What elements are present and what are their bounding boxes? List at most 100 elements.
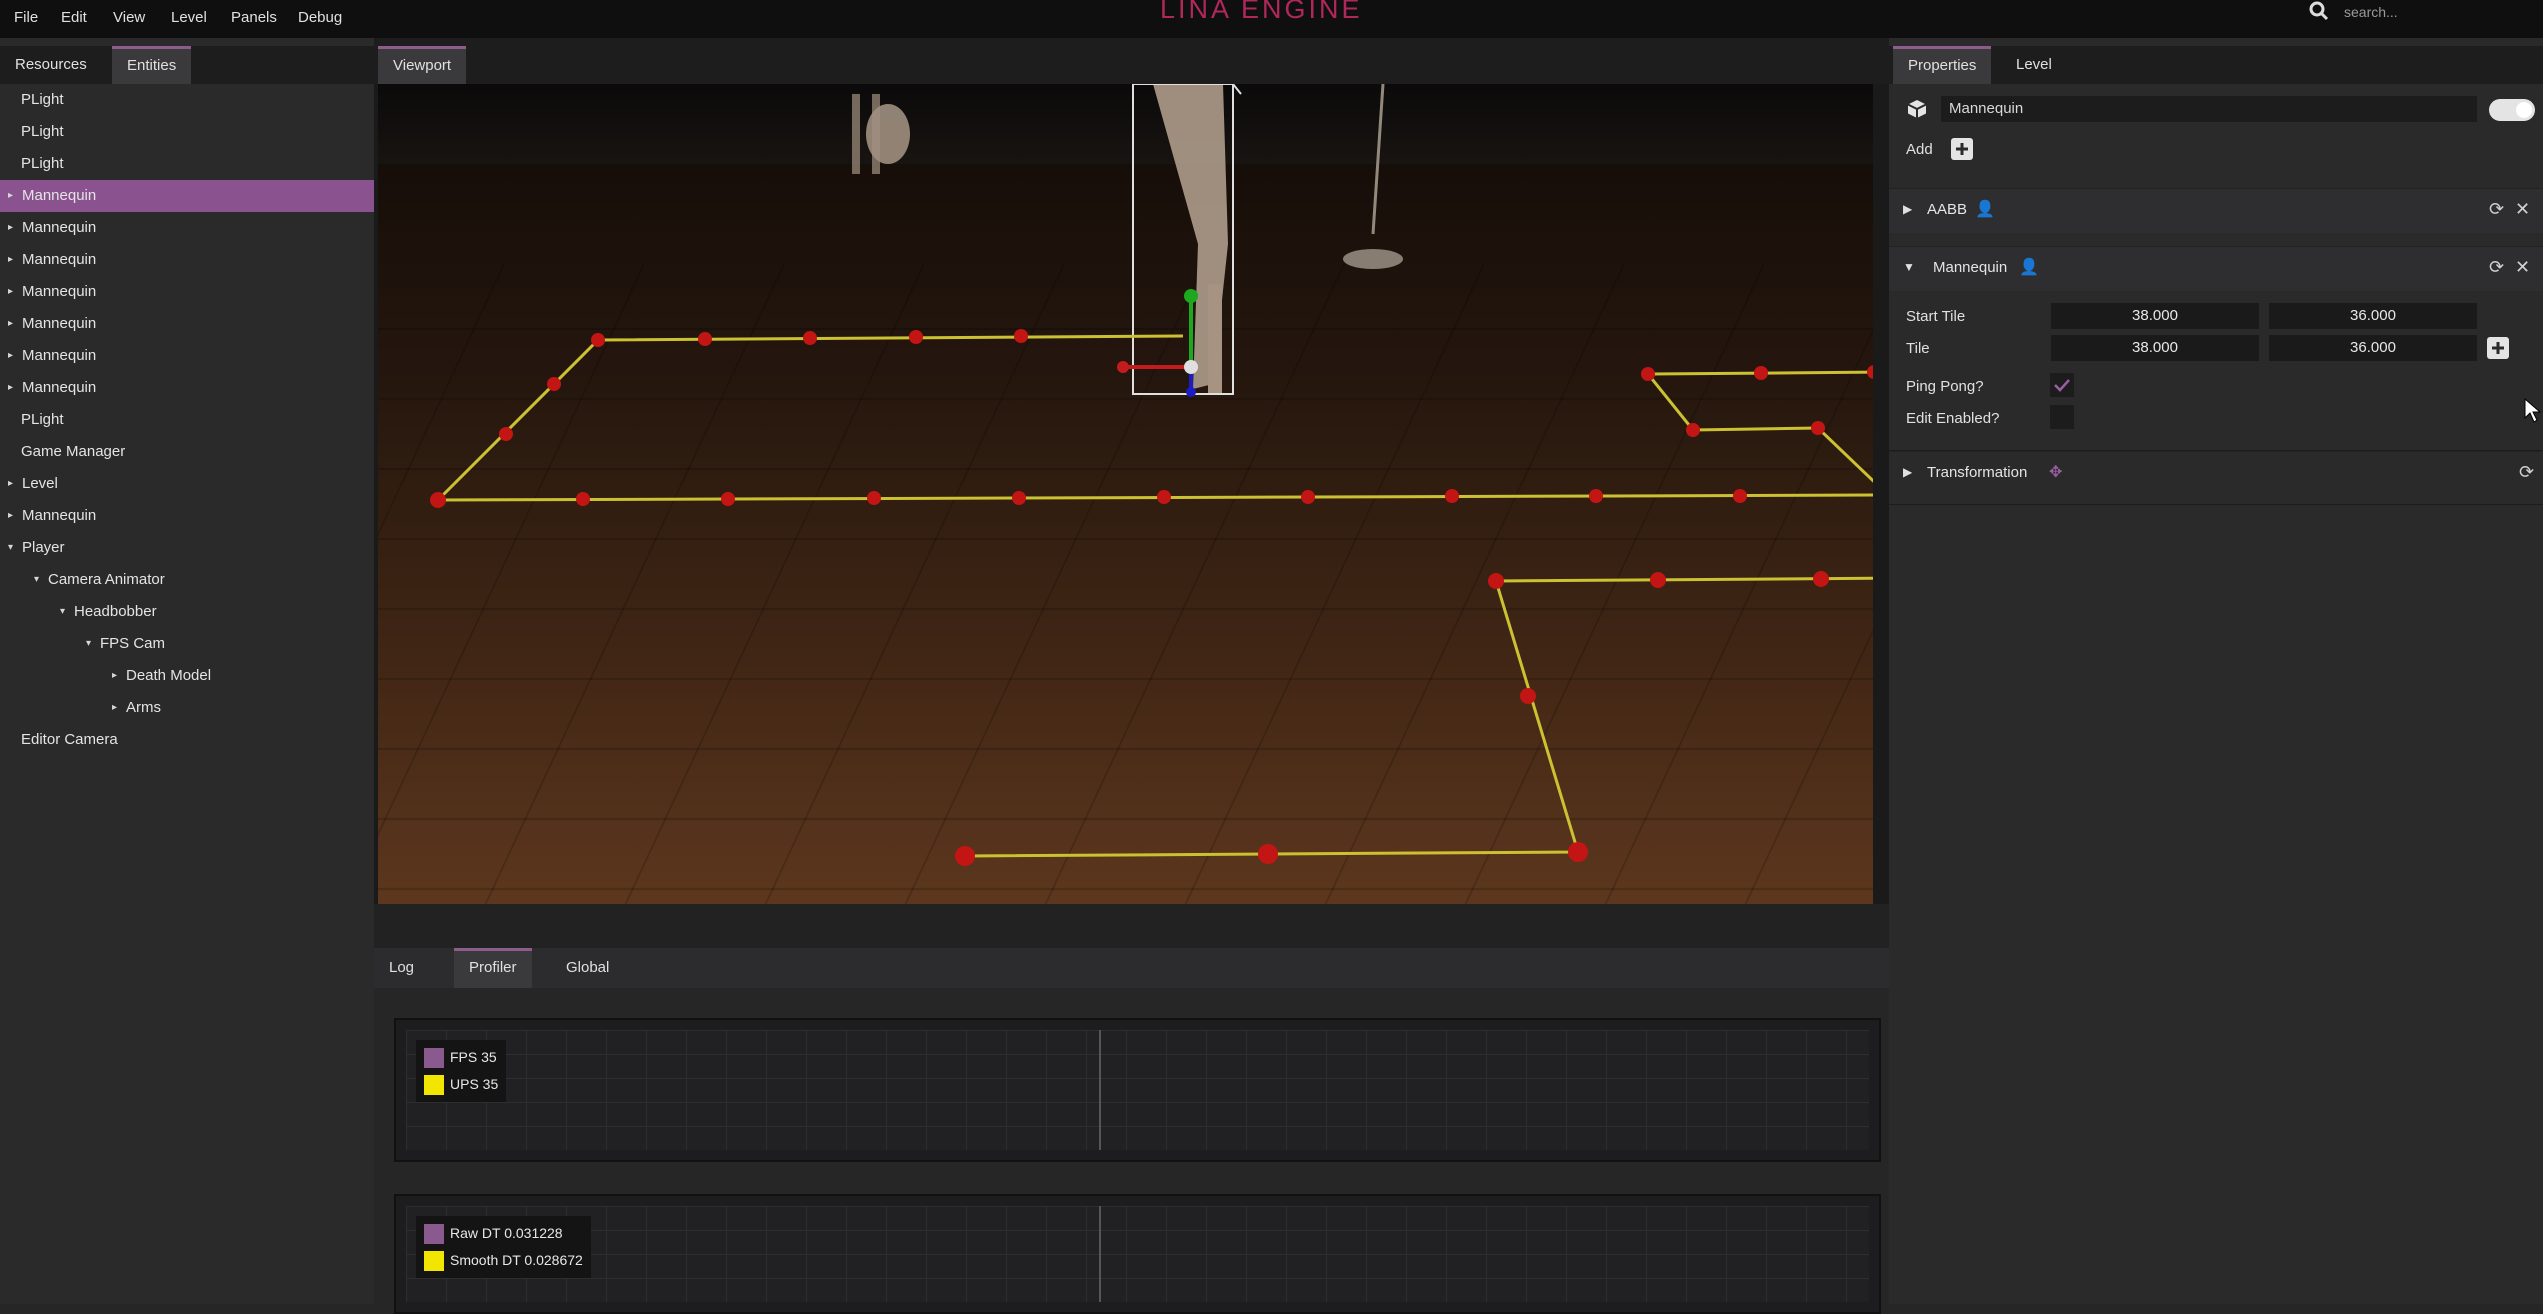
caret-down-icon[interactable]: ▾ — [60, 596, 65, 628]
menu-view[interactable]: View — [113, 9, 145, 26]
legend-swatch-fps — [424, 1048, 444, 1069]
entity-item[interactable]: ▸ Mannequin — [0, 276, 374, 308]
fps-graph: FPS 35 UPS 35 — [394, 1018, 1881, 1162]
tab-properties[interactable]: Properties — [1893, 46, 1992, 84]
checkmark-icon — [2054, 379, 2070, 392]
caret-down-icon[interactable]: ▾ — [86, 628, 91, 660]
entity-item-label: Mannequin — [22, 347, 97, 364]
start-tile-y-field[interactable]: 36.000 — [2269, 303, 2477, 329]
toggle-knob — [2516, 102, 2532, 118]
menu-file[interactable]: File — [14, 9, 38, 26]
caret-right-icon[interactable]: ▸ — [8, 180, 13, 212]
entity-item-label: Player — [22, 539, 65, 556]
bottom-panel: Log Profiler Global FPS 35 UPS 35 Raw DT… — [374, 948, 1889, 1314]
caret-right-icon[interactable]: ▸ — [112, 692, 117, 724]
legend-swatch-smooth-dt — [424, 1251, 444, 1272]
user-icon: 👤 — [2019, 259, 2039, 276]
entity-item[interactable]: ▸ Death Model — [0, 660, 374, 692]
entity-item[interactable]: ▸ Mannequin — [0, 500, 374, 532]
entity-item-label: Mannequin — [22, 507, 97, 524]
caret-right-icon[interactable]: ▸ — [8, 500, 13, 532]
entity-item[interactable]: PLight — [0, 404, 374, 436]
scene-render[interactable] — [378, 84, 1873, 904]
tab-profiler[interactable]: Profiler — [454, 948, 532, 988]
ping-pong-checkbox[interactable] — [2050, 373, 2074, 397]
entity-item[interactable]: PLight — [0, 116, 374, 148]
entity-item[interactable]: ▸ Mannequin — [0, 212, 374, 244]
add-component-button[interactable] — [1951, 138, 1973, 160]
caret-right-icon[interactable]: ▸ — [8, 244, 13, 276]
entity-item[interactable]: Editor Camera — [0, 724, 374, 756]
menu-edit[interactable]: Edit — [61, 9, 87, 26]
edit-enabled-checkbox[interactable] — [2050, 405, 2074, 429]
menu-debug[interactable]: Debug — [298, 9, 342, 26]
start-tile-x-field[interactable]: 38.000 — [2051, 303, 2259, 329]
entity-item[interactable]: ▾ Player — [0, 532, 374, 564]
dt-legend: Raw DT 0.031228 Smooth DT 0.028672 — [416, 1216, 591, 1278]
entity-item[interactable]: PLight — [0, 84, 374, 116]
menu-level[interactable]: Level — [171, 9, 207, 26]
tab-global[interactable]: Global — [551, 948, 624, 988]
tab-log[interactable]: Log — [374, 948, 429, 988]
refresh-icon[interactable]: ⟳ — [2489, 257, 2504, 278]
fps-legend: FPS 35 UPS 35 — [416, 1040, 507, 1102]
caret-right-icon[interactable]: ▸ — [8, 308, 13, 340]
refresh-icon[interactable]: ⟳ — [2489, 199, 2504, 220]
entity-item-label: FPS Cam — [100, 635, 166, 652]
search-icon[interactable] — [2307, 0, 2331, 24]
add-tile-button[interactable] — [2487, 337, 2509, 359]
close-icon[interactable]: ✕ — [2515, 199, 2530, 220]
entity-item[interactable]: ▸ Mannequin — [0, 372, 374, 404]
caret-right-icon[interactable]: ▸ — [8, 340, 13, 372]
legend-smooth-dt: Smooth DT 0.028672 — [424, 1247, 583, 1274]
caret-right-icon[interactable]: ▸ — [8, 468, 13, 500]
entity-active-toggle[interactable] — [2489, 99, 2535, 121]
tab-viewport[interactable]: Viewport — [378, 46, 467, 84]
caret-right-icon[interactable]: ▸ — [8, 212, 13, 244]
mouse-cursor-icon — [2524, 397, 2542, 428]
tile-y-field[interactable]: 36.000 — [2269, 335, 2477, 361]
section-aabb[interactable]: ▶ AABB 👤 ⟳ ✕ — [1889, 188, 2543, 233]
entity-item-label: Death Model — [126, 667, 212, 684]
entity-item[interactable]: ▾ FPS Cam — [0, 628, 374, 660]
legend-fps: FPS 35 — [424, 1044, 498, 1071]
entity-item[interactable]: ▸ Mannequin — [0, 308, 374, 340]
legend-fps-label: FPS 35 — [450, 1049, 497, 1065]
legend-ups: UPS 35 — [424, 1071, 498, 1098]
tab-entities[interactable]: Entities — [112, 46, 192, 84]
caret-right-icon[interactable]: ▸ — [8, 372, 13, 404]
caret-right-icon[interactable]: ▸ — [112, 660, 117, 692]
entity-item[interactable]: ▾ Headbobber — [0, 596, 374, 628]
entity-item-label: Mannequin — [22, 315, 97, 332]
graph-cursor — [1099, 1030, 1101, 1150]
tab-level[interactable]: Level — [2001, 46, 2067, 84]
entity-item[interactable]: ▸ Level — [0, 468, 374, 500]
menu-panels[interactable]: Panels — [231, 9, 277, 26]
entity-item[interactable]: ▸ Mannequin — [0, 244, 374, 276]
tile-x-field[interactable]: 38.000 — [2051, 335, 2259, 361]
section-transformation[interactable]: ▶ Transformation ✥ ⟳ — [1889, 451, 2543, 496]
entity-item-label: PLight — [21, 411, 64, 428]
close-icon[interactable]: ✕ — [2515, 257, 2530, 278]
viewport[interactable] — [374, 84, 1889, 948]
entity-item[interactable]: ▸ Arms — [0, 692, 374, 724]
caret-down-icon[interactable]: ▾ — [8, 532, 13, 564]
refresh-icon[interactable]: ⟳ — [2519, 462, 2534, 483]
search-input[interactable] — [2342, 0, 2496, 24]
entities-panel: Resources Entities PLight PLight PLight ▸ Ma… — [0, 38, 374, 1304]
entity-item[interactable]: PLight — [0, 148, 374, 180]
caret-right-icon: ▶ — [1903, 202, 1913, 216]
app-title: LINA ENGINE — [1160, 0, 1363, 24]
entity-item-label: Game Manager — [21, 443, 126, 460]
entity-item[interactable]: Game Manager — [0, 436, 374, 468]
entity-item-label: Mannequin — [22, 219, 97, 236]
entity-item[interactable]: ▾ Camera Animator — [0, 564, 374, 596]
caret-right-icon[interactable]: ▸ — [8, 276, 13, 308]
tab-resources[interactable]: Resources — [0, 46, 102, 84]
section-mannequin[interactable]: ▼ Mannequin 👤 ⟳ ✕ — [1889, 246, 2543, 291]
entity-name-field[interactable]: Mannequin — [1941, 96, 2477, 122]
entity-item[interactable]: ▸ Mannequin — [0, 180, 374, 212]
caret-down-icon[interactable]: ▾ — [34, 564, 39, 596]
entity-item-label: Mannequin — [22, 283, 97, 300]
entity-item[interactable]: ▸ Mannequin — [0, 340, 374, 372]
